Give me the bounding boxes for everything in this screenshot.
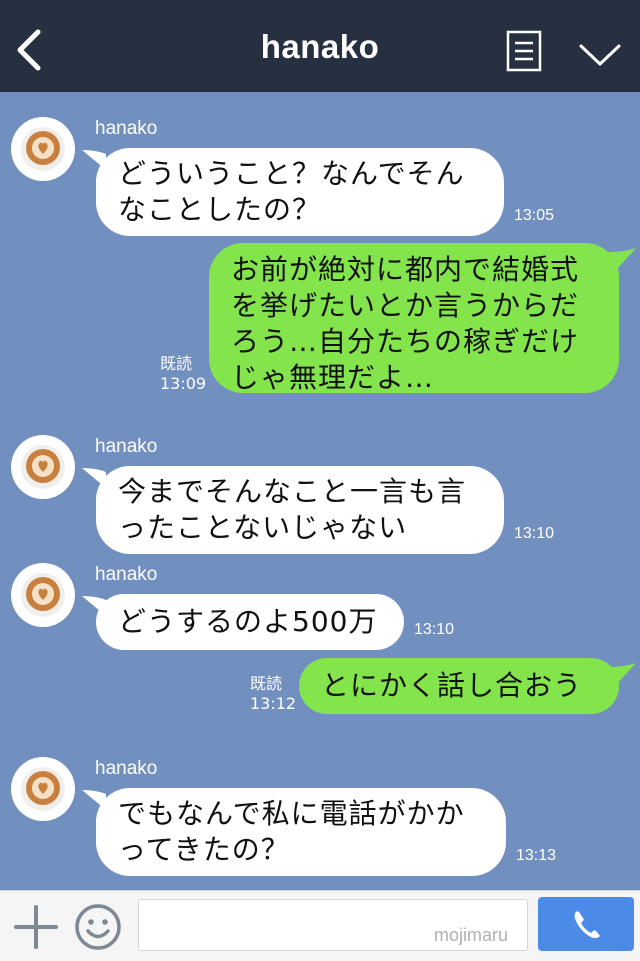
message-time: 13:10 [514,525,555,542]
latte-art-avatar-icon [11,435,75,499]
read-label: 既読 [160,354,193,373]
call-button[interactable] [538,897,634,951]
sender-name: hanako [95,118,158,139]
message-time: 13:09 [160,374,207,393]
message-line: どうするのよ500万 [118,605,378,638]
read-receipt: 既読 13:09 [160,354,206,394]
message-line: ろう…自分たちの稼ぎだけ [231,325,580,358]
plus-icon [14,905,58,949]
input-bar: mojimaru [0,890,640,961]
latte-art-avatar-icon [11,117,75,181]
message-line: ったことないじゃない [118,511,408,544]
message-line: とにかく話し合おう [321,669,583,702]
message-line: どういうこと？なんでそん [118,157,465,190]
emoji-button[interactable] [74,903,122,951]
message-bubble-incoming[interactable]: どうするのよ500万 [96,594,404,650]
message-bubble-outgoing[interactable]: とにかく話し合おう [299,658,619,714]
message-line: を挙げたいとか言うからだ [231,289,580,322]
bubble-tail [608,663,636,685]
read-receipt: 既読 13:12 [250,674,296,714]
avatar[interactable] [10,434,76,500]
chevron-down-icon [579,44,621,66]
message-time: 13:10 [414,621,455,638]
add-button[interactable] [14,905,58,949]
sender-name: hanako [95,436,158,457]
message-line: 今までそんなこと一言も言 [118,475,467,508]
chat-header: hanako [0,0,640,92]
message-bubble-incoming[interactable]: でもなんで私に電話がかか ってきたの？ [96,788,506,876]
chat-title: hanako [260,28,380,65]
sender-name: hanako [95,758,158,779]
message-time: 13:13 [516,847,557,864]
notes-button[interactable] [506,30,542,72]
sender-name: hanako [95,564,158,585]
message-line: ってきたの？ [118,833,290,866]
message-line: でもなんで私に電話がかか [118,797,465,830]
message-bubble-incoming[interactable]: 今までそんなこと一言も言 ったことないじゃない [96,466,504,554]
phone-icon [574,911,600,939]
avatar[interactable] [10,756,76,822]
avatar[interactable] [10,562,76,628]
smiley-icon [75,904,121,950]
message-bubble-incoming[interactable]: どういうこと？なんでそん なことしたの？ [96,148,504,236]
message-line: なことしたの？ [118,193,322,226]
bubble-tail [608,248,636,270]
message-time: 13:05 [514,207,555,224]
message-line: じゃ無理だよ… [231,361,435,394]
latte-art-avatar-icon [11,563,75,627]
avatar[interactable] [10,116,76,182]
watermark: mojimaru [434,925,509,945]
message-line: お前が絶対に都内で結婚式 [231,253,580,286]
message-bubble-outgoing[interactable]: お前が絶対に都内で結婚式 を挙げたいとか言うからだ ろう…自分たちの稼ぎだけ じ… [209,243,619,394]
notes-icon [506,30,542,72]
latte-art-avatar-icon [11,757,75,821]
read-label: 既読 [250,674,283,693]
collapse-button[interactable] [578,40,622,70]
chat-area[interactable]: hanako どういうこと？なんでそん なことしたの？ 13:05 既読 13:… [0,92,640,890]
message-time: 13:12 [250,694,297,713]
